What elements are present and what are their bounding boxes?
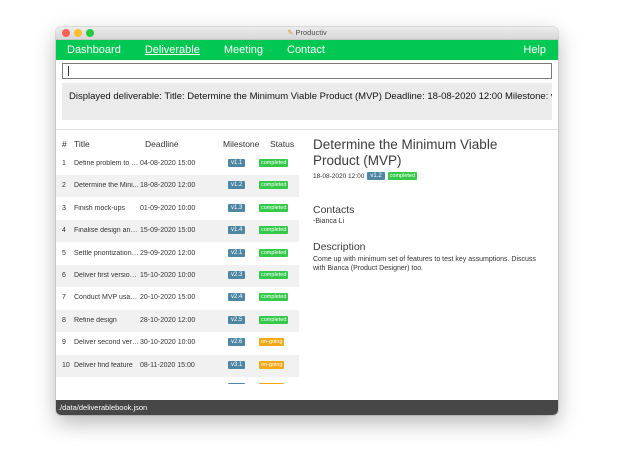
detail-deadline: 18-08-2020 12:00	[313, 172, 365, 180]
list-item-status-badge: completed	[259, 248, 289, 257]
list-item-milestone-badge: v1.2	[228, 181, 246, 190]
list-item-deadline: 15-09-2020 15:00	[140, 227, 196, 235]
list-item-title: Settle prioritization o...	[74, 249, 140, 257]
contacts-value: -Bianca Li	[313, 218, 345, 225]
list-item[interactable]: 9 Deliver second versi... 30-10-2020 10:00…	[56, 332, 299, 354]
list-item-title: Deliver first version ...	[74, 272, 140, 279]
list-item-deadline: 28-10-2020 12:00	[140, 316, 196, 324]
list-item-deadline: 30-10-2020 10:00	[140, 339, 196, 347]
list-item-number: 1	[62, 160, 66, 167]
list-item-title: Refine design	[74, 316, 117, 324]
list-item-milestone-badge: v3.1	[228, 383, 246, 384]
menu-bar: Dashboard Deliverable Meeting Contact He…	[56, 40, 558, 60]
detail-title: Determine the Minimum Viable Product (MV…	[313, 137, 498, 168]
list-item[interactable]: 8 Refine design 28-10-2020 12:00 v2.5 comple…	[56, 309, 299, 332]
list-item-number: 6	[62, 272, 66, 279]
list-item-status-badge: on-going	[259, 338, 285, 347]
window-title: ✎ Productiv	[56, 28, 558, 37]
list-item-status-badge: on-going	[259, 383, 285, 384]
list-item-milestone-badge: v3.1	[228, 360, 246, 369]
list-item-status-badge: completed	[259, 159, 289, 167]
list-item[interactable]: 11Deliver sort feature08-11-2020 15:00v3…	[56, 377, 299, 384]
menu-dashboard[interactable]: Dashboard	[67, 44, 121, 56]
list-item[interactable]: 6 Deliver first version ... 15-10-2020 10:…	[56, 265, 299, 287]
list-item-number: 8	[62, 316, 66, 324]
list-item-number: 2	[62, 182, 66, 190]
menu-contact[interactable]: Contact	[287, 44, 325, 56]
list-item-status-badge: completed	[259, 226, 289, 235]
title-bar: ✎ Productiv	[56, 27, 558, 40]
header-number: #	[62, 139, 67, 149]
list-item-status-badge: completed	[259, 293, 289, 302]
description-heading: Description	[313, 241, 366, 253]
menu-meeting[interactable]: Meeting	[224, 44, 263, 56]
list-item[interactable]: 3 Finish mock-ups 01-09-2020 10:00 v1.3 comp…	[56, 198, 299, 220]
list-item-status-badge: completed	[259, 181, 289, 190]
main-content: # Title Deadline Milestone Status 1 Defin…	[56, 130, 558, 384]
header-deadline: Deadline	[145, 139, 179, 149]
list-item-deadline: 20-10-2020 15:00	[140, 294, 196, 302]
list-item-title: Determine the Mini...	[74, 182, 139, 190]
list-item-deadline: 29-09-2020 12:00	[140, 249, 196, 257]
list-item-number: 10	[62, 361, 70, 369]
list-item[interactable]: 10 Deliver find feature 08-11-2020 15:00 v3…	[56, 354, 299, 377]
list-item-status-badge: completed	[259, 203, 289, 212]
app-icon: ✎	[287, 28, 294, 37]
list-item-milestone-badge: v2.6	[228, 338, 246, 347]
window-title-text: Productiv	[295, 28, 327, 37]
result-display: Displayed deliverable: Title: Determine …	[62, 83, 552, 120]
text-caret	[68, 66, 69, 76]
detail-milestone-badge: v1.2	[367, 172, 385, 180]
header-title: Title	[74, 139, 90, 149]
header-milestone: Milestone	[223, 139, 260, 149]
command-area	[56, 60, 558, 83]
list-item-number: 4	[62, 227, 66, 235]
detail-status-badge: completed	[387, 172, 418, 180]
header-status: Status	[270, 139, 295, 149]
list-item-title: Deliver find feature	[74, 361, 133, 369]
list-item-number: 5	[62, 249, 66, 257]
list-item-milestone-badge: v2.3	[228, 271, 246, 279]
list-item-title: Conduct MVP usabil...	[74, 294, 140, 302]
description-value: Come up with minimum set of features to …	[313, 256, 536, 272]
list-item-number: 9	[62, 339, 66, 347]
menu-deliverable[interactable]: Deliverable	[145, 44, 200, 56]
list-item-number: 7	[62, 294, 66, 302]
list-item-milestone-badge: v1.3	[228, 203, 246, 212]
list-item-milestone-badge: v2.5	[228, 315, 246, 324]
list-item-milestone-badge: v1.1	[228, 159, 246, 167]
contacts-heading: Contacts	[313, 204, 355, 216]
list-item-milestone-badge: v2.4	[228, 293, 246, 302]
list-item-milestone-badge: v1.4	[228, 226, 246, 235]
list-item[interactable]: 5 Settle prioritization o... 29-09-2020 12…	[56, 243, 299, 265]
command-box	[62, 63, 552, 81]
list-item-deadline: 15-10-2020 10:00	[140, 272, 196, 279]
list-item-deadline: 04-08-2020 15:00	[140, 160, 196, 167]
list-item[interactable]: 4 Finalise design and ... 15-09-2020 15:00…	[56, 220, 299, 243]
status-bar: ./data/deliverablebook.json	[56, 400, 558, 415]
list-item-title: Define problem to s...	[74, 160, 140, 167]
detail-meta: 18-08-2020 12:00 v1.2 completed	[313, 172, 418, 180]
deliverable-list[interactable]: # Title Deadline Milestone Status 1 Defin…	[56, 130, 299, 384]
list-item[interactable]: 7 Conduct MVP usabil... 20-10-2020 15:00 v2…	[56, 287, 299, 309]
list-item[interactable]: 1 Define problem to s... 04-08-2020 15:00 v…	[56, 153, 299, 175]
menu-help[interactable]: Help	[523, 44, 546, 56]
data-file-path: ./data/deliverablebook.json	[58, 403, 148, 412]
list-item-status-badge: completed	[259, 315, 289, 324]
list-item-deadline: 08-11-2020 15:00	[140, 361, 195, 369]
list-item-title: Deliver second versi...	[74, 339, 140, 347]
list-item-deadline: 18-08-2020 12:00	[140, 182, 196, 190]
list-item-title: Finish mock-ups	[74, 204, 125, 212]
list-item-status-badge: completed	[259, 271, 289, 279]
command-input[interactable]	[63, 67, 551, 81]
list-item-milestone-badge: v2.1	[228, 248, 246, 257]
list-item-deadline: 01-09-2020 10:00	[140, 204, 196, 212]
list-item-status-badge: on-going	[259, 360, 285, 369]
app-window: ✎ Productiv Dashboard Deliverable Meeting…	[56, 27, 558, 415]
list-item-number: 3	[62, 204, 66, 212]
list-item-title: Finalise design and ...	[74, 227, 140, 235]
result-text: Displayed deliverable: Title: Determine …	[69, 91, 552, 102]
list-item[interactable]: 2 Determine the Mini... 18-08-2020 12:00 v1…	[56, 175, 299, 198]
